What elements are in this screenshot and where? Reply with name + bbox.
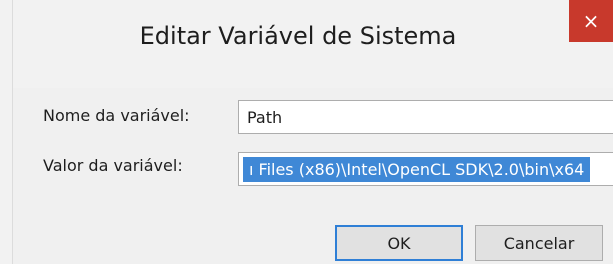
- variable-name-label: Nome da variável:: [43, 106, 190, 125]
- cancel-button[interactable]: Cancelar: [475, 225, 603, 261]
- variable-value-label: Valor da variável:: [43, 156, 183, 175]
- variable-value-selected-text: ı Files (x86)\Intel\OpenCL SDK\2.0\bin\x…: [243, 156, 591, 182]
- ok-button[interactable]: OK: [335, 225, 463, 261]
- title-bar[interactable]: Editar Variável de Sistema ×: [13, 0, 613, 88]
- variable-name-input[interactable]: Path: [238, 100, 613, 134]
- dialog-content: Nome da variável: Path Valor da variável…: [13, 88, 613, 264]
- variable-name-value: Path: [247, 107, 283, 127]
- variable-value-input[interactable]: ı Files (x86)\Intel\OpenCL SDK\2.0\bin\x…: [238, 152, 613, 186]
- window-frame-left: [0, 0, 13, 264]
- dialog-title: Editar Variável de Sistema: [139, 22, 457, 50]
- edit-system-variable-dialog: Editar Variável de Sistema × Nome da var…: [0, 0, 613, 264]
- close-button[interactable]: ×: [569, 0, 613, 42]
- close-icon: ×: [582, 9, 600, 33]
